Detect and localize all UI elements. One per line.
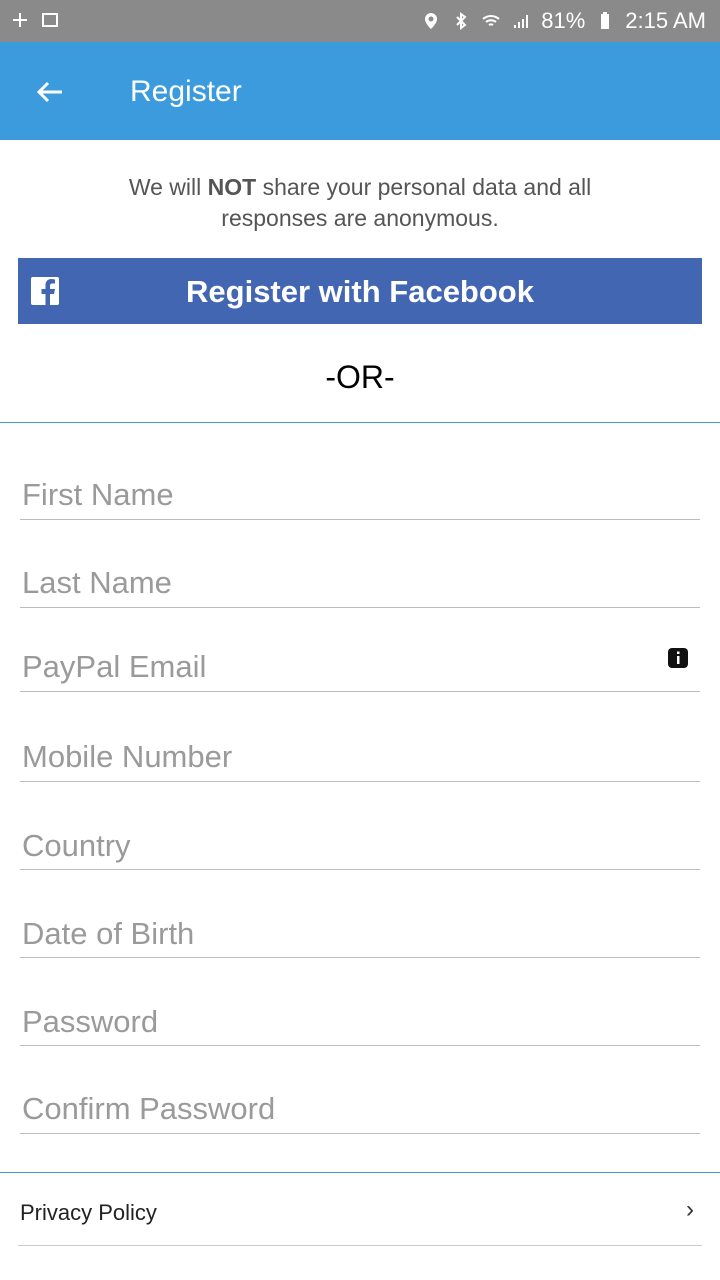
battery-icon bbox=[601, 12, 610, 29]
status-notifications bbox=[10, 10, 60, 30]
paypal-email-field[interactable] bbox=[20, 642, 700, 692]
notice-prefix: We will bbox=[128, 174, 208, 200]
facebook-button-label: Register with Facebook bbox=[186, 274, 534, 309]
status-bar: 81% 2:15 AM bbox=[0, 0, 720, 42]
privacy-policy-label: Privacy Policy bbox=[20, 1200, 157, 1225]
last-name-input[interactable] bbox=[20, 558, 700, 607]
app-bar: Register bbox=[0, 42, 720, 140]
country-label: Country bbox=[22, 828, 131, 863]
notification-plus-icon bbox=[13, 13, 27, 27]
mobile-number-field[interactable] bbox=[20, 732, 700, 782]
chevron-right-icon: › bbox=[686, 1196, 694, 1223]
date-of-birth-label: Date of Birth bbox=[22, 916, 195, 951]
back-arrow-icon[interactable] bbox=[34, 76, 66, 108]
first-name-input[interactable] bbox=[20, 470, 700, 519]
signal-icon bbox=[514, 15, 529, 28]
bluetooth-icon bbox=[456, 12, 467, 30]
password-label: Password bbox=[22, 1004, 159, 1039]
section-divider-bottom bbox=[0, 1172, 720, 1173]
first-name-field[interactable] bbox=[20, 470, 700, 520]
paypal-email-input[interactable] bbox=[20, 642, 700, 691]
confirm-password-input[interactable] bbox=[20, 1084, 700, 1133]
battery-percent: 81% bbox=[541, 8, 586, 33]
notice-emphasis: NOT bbox=[207, 174, 257, 200]
password-field[interactable]: Password bbox=[20, 996, 700, 1046]
confirm-password-field[interactable] bbox=[20, 1084, 700, 1134]
notice-suffix: share your personal data and all respons… bbox=[221, 174, 592, 231]
last-name-field[interactable] bbox=[20, 558, 700, 608]
screenshot-icon bbox=[42, 13, 58, 27]
register-with-facebook-button[interactable]: Register with Facebook bbox=[18, 258, 702, 324]
info-icon[interactable] bbox=[666, 646, 690, 670]
location-icon bbox=[425, 13, 438, 29]
page-title: Register bbox=[130, 75, 242, 108]
country-field[interactable]: Country bbox=[20, 820, 700, 870]
mobile-number-input[interactable] bbox=[20, 732, 700, 781]
or-separator: -OR- bbox=[325, 359, 395, 395]
status-right: 81% 2:15 AM bbox=[421, 8, 706, 34]
wifi-icon bbox=[482, 15, 500, 26]
section-divider bbox=[0, 422, 720, 423]
date-of-birth-field[interactable]: Date of Birth bbox=[20, 908, 700, 958]
privacy-notice: We will NOT share your personal data and… bbox=[80, 172, 640, 234]
clock: 2:15 AM bbox=[625, 8, 706, 33]
privacy-policy-row[interactable]: Privacy Policy › bbox=[18, 1196, 702, 1246]
